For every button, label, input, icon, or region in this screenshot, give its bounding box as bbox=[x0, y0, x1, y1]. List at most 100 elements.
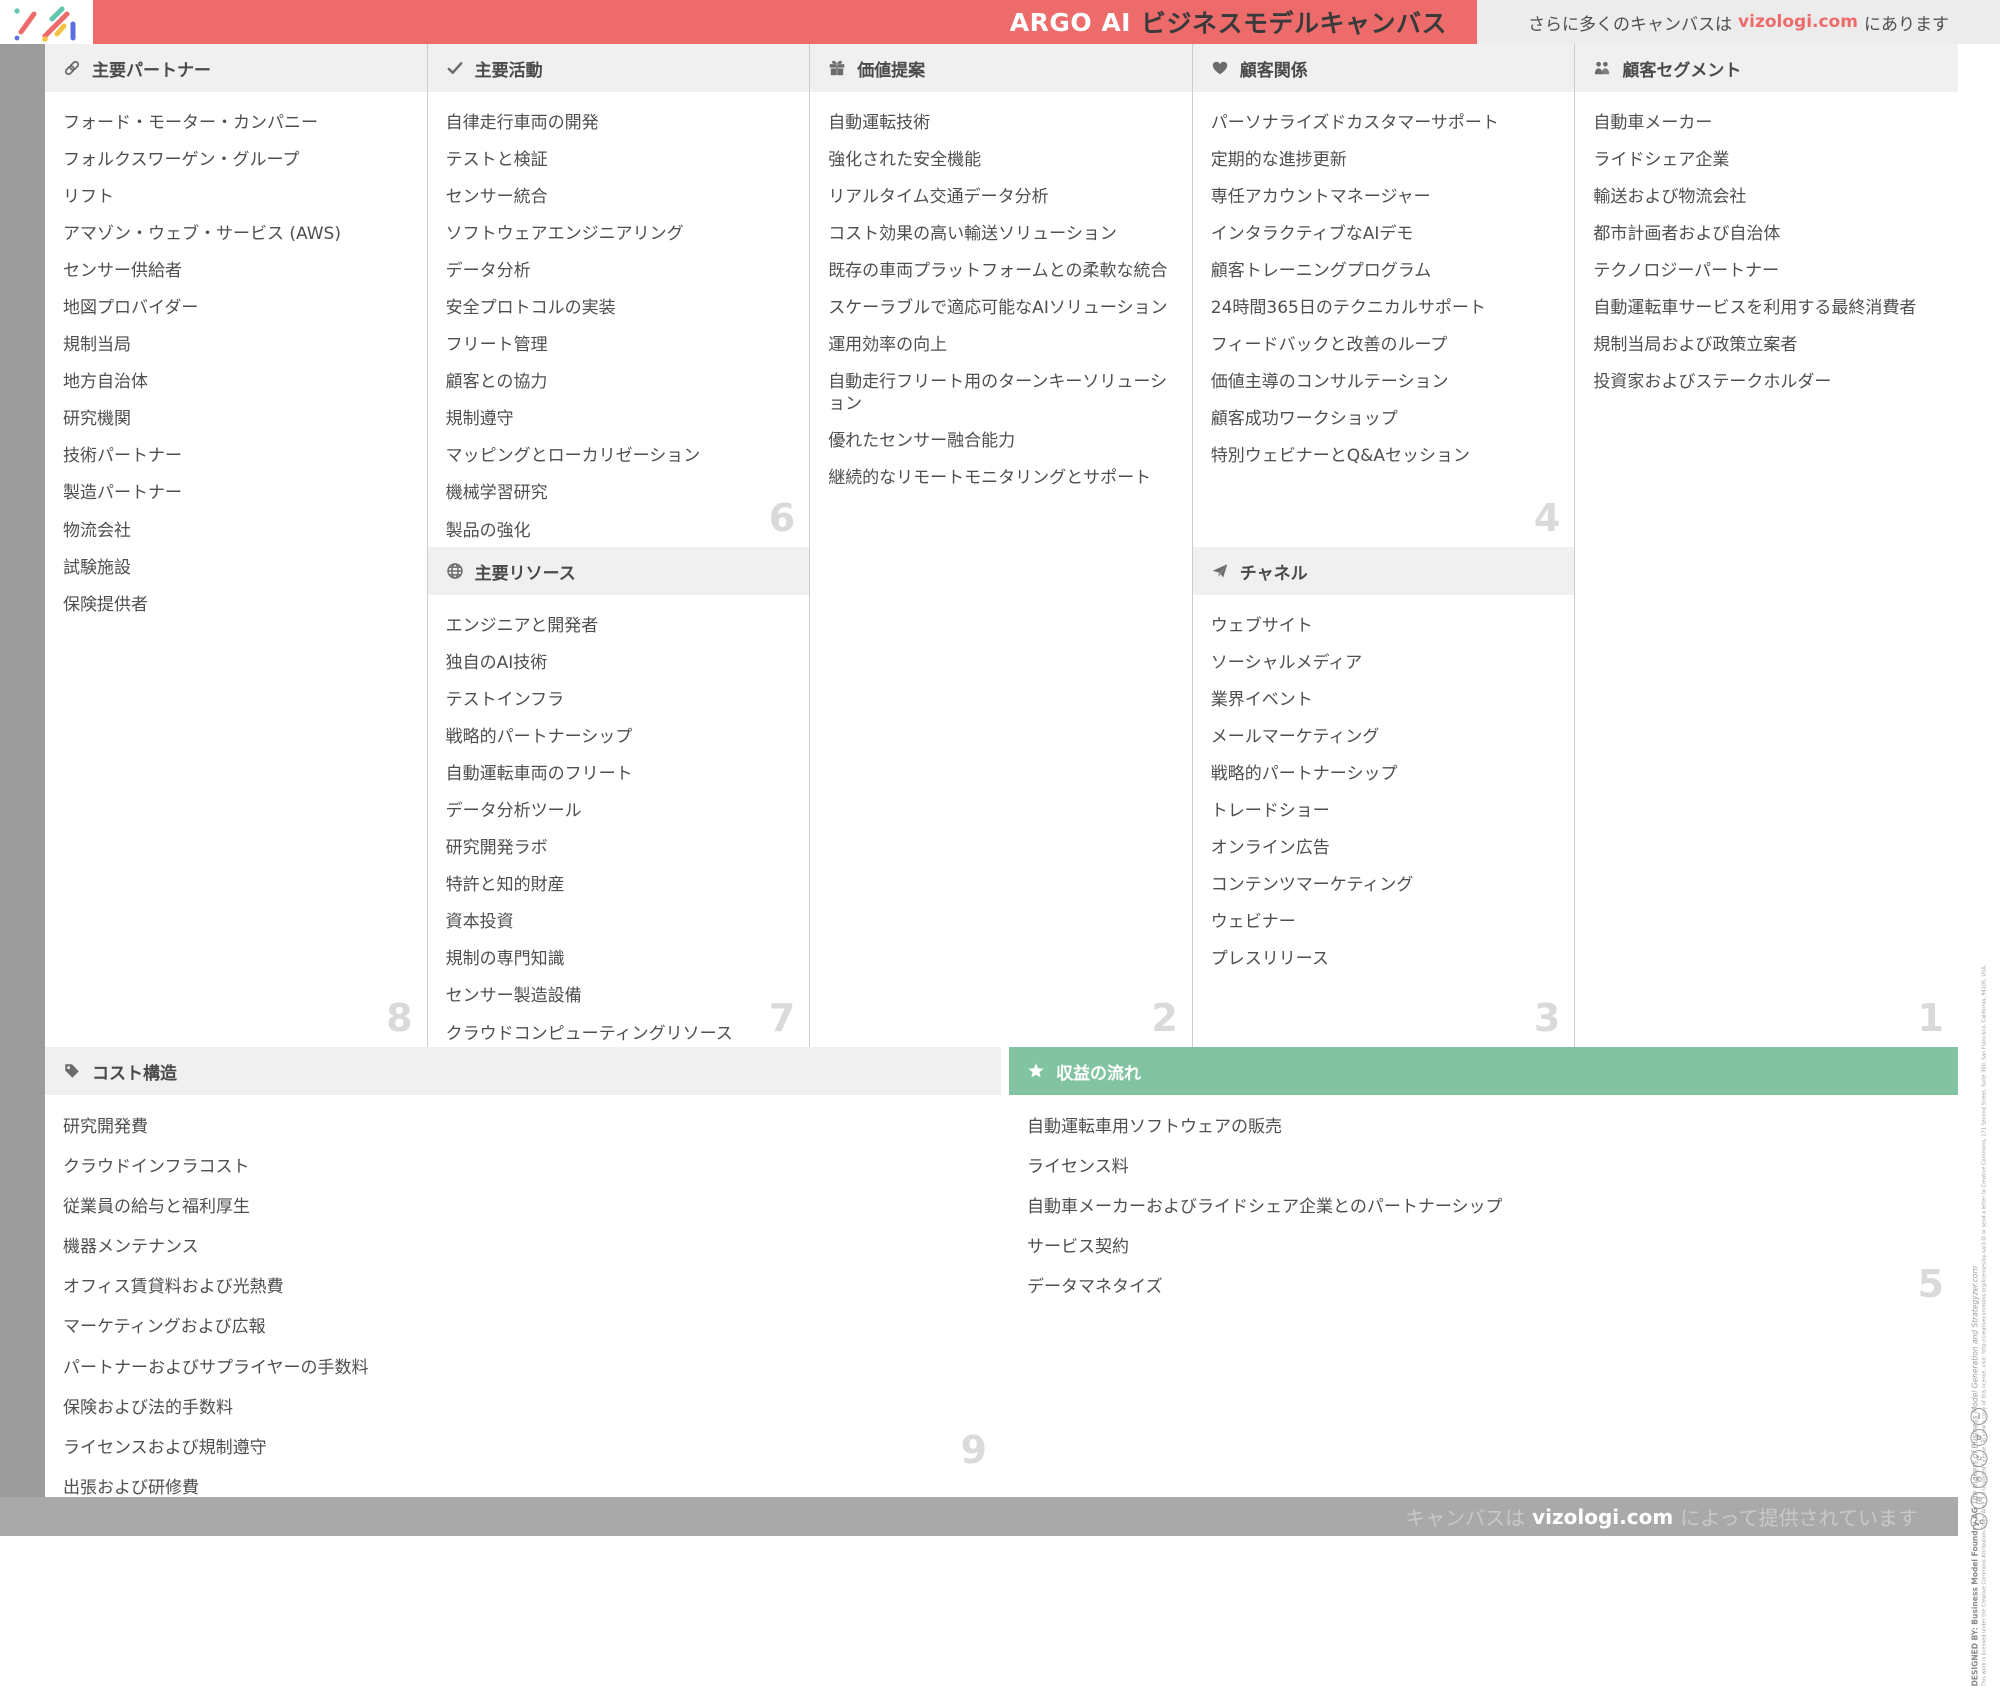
list-item: 製品の強化 bbox=[445, 520, 531, 541]
globe-icon bbox=[446, 562, 464, 580]
cc-license-icons: i b ↻ © ⎘ cc bbox=[1970, 1408, 1988, 1530]
list-item: ソーシャルメディア bbox=[1210, 652, 1363, 673]
list-item: 機器メンテナンス bbox=[63, 1237, 199, 1258]
section-number: 9 bbox=[960, 1428, 987, 1472]
list-item: テクノロジーパートナー bbox=[1593, 260, 1780, 281]
section-title: チャネル bbox=[1239, 563, 1308, 584]
list-item: 継続的なリモートモニタリングとサポート bbox=[828, 468, 1152, 489]
list-item: 既存の車両プラットフォームとの柔軟な統合 bbox=[828, 260, 1168, 281]
section-title: 価値提案 bbox=[857, 60, 926, 81]
section-key-activities: 主要活動 自律走行車両の開発 テストと検証 センサー統合 ソフトウェアエンジニアリング… bbox=[427, 44, 810, 547]
list-item: コンテンツマーケティング bbox=[1210, 875, 1414, 896]
list-item: 地図プロバイダー bbox=[63, 297, 199, 318]
section-title: 主要活動 bbox=[474, 60, 543, 81]
cc-sa-icon: ↻ bbox=[1970, 1450, 1988, 1467]
list-item: コスト効果の高い輸送ソリューション bbox=[828, 223, 1117, 244]
list-item: センサー統合 bbox=[445, 186, 548, 207]
list-item: パーソナライズドカスタマーサポート bbox=[1210, 112, 1499, 133]
section-header: 顧客セグメント bbox=[1575, 44, 1958, 92]
list-item: 規制当局および政策立案者 bbox=[1593, 335, 1798, 356]
tag-icon bbox=[63, 1062, 81, 1080]
gift-icon bbox=[828, 59, 846, 77]
section-items: 自動運転車用ソフトウェアの販売 ライセンス料自動車メーカーおよびライドシェア企業と… bbox=[1009, 1095, 1958, 1307]
list-item: オンライン広告 bbox=[1210, 838, 1330, 859]
list-item: 技術パートナー bbox=[63, 446, 182, 467]
canvas-bottom-row: コスト構造 研究開発費 クラウドインフラコスト 従業員の給与と福利厚生 機器メンテナン… bbox=[45, 1047, 1958, 1498]
left-frame-strip bbox=[0, 44, 45, 1497]
list-item: エンジニアと開発者 bbox=[445, 615, 599, 636]
list-item: ウェブサイト bbox=[1210, 615, 1313, 636]
list-item: クラウドインフラコスト bbox=[63, 1157, 250, 1178]
section-number: 8 bbox=[386, 996, 413, 1040]
list-item: 優れたセンサー融合能力 bbox=[828, 431, 1016, 452]
section-header: 価値提案 bbox=[810, 44, 1192, 92]
list-item: インタラクティブなAIデモ bbox=[1210, 223, 1414, 244]
section-customer-relationships: 顧客関係 パーソナライズドカスタマーサポート 定期的な進捗更新 専任アカウントマネー… bbox=[1192, 44, 1575, 547]
list-item: スケーラブルで適応可能なAIソリューション bbox=[828, 297, 1168, 318]
list-item: ライドシェア企業 bbox=[1593, 149, 1730, 170]
section-value-propositions: 価値提案 自動運転技術 強化された安全機能 リアルタイム交通データ分析 コスト効果の高… bbox=[810, 44, 1192, 1047]
list-item: 自動走行フリート用のターンキーソリューション bbox=[828, 372, 1167, 415]
company-name: ARGO AI bbox=[1009, 7, 1131, 37]
list-item: センサー供給者 bbox=[63, 260, 182, 281]
list-item: マッピングとローカリゼーション bbox=[445, 446, 701, 467]
list-item: 強化された安全機能 bbox=[828, 149, 982, 170]
section-key-partners: 主要パートナー フォード・モーター・カンパニー フォルクスワーゲン・グループ リフト… bbox=[45, 44, 427, 1047]
list-item: 資本投資 bbox=[445, 912, 514, 933]
list-item: 定期的な進捗更新 bbox=[1210, 149, 1347, 170]
list-item: データ分析 bbox=[445, 260, 531, 281]
page-title: ARGO AI ビジネスモデルキャンバス bbox=[93, 0, 1477, 44]
list-item: 都市計画者および自治体 bbox=[1593, 223, 1781, 244]
section-title: 主要パートナー bbox=[92, 60, 211, 81]
right-credits-strip: DESIGNED BY: Business Model Foundry AG T… bbox=[1958, 44, 2000, 1686]
list-item: 顧客との協力 bbox=[445, 372, 548, 393]
more-canvases-banner: さらに多くのキャンバスは vizologi.com にあります bbox=[1477, 0, 2000, 44]
section-items: エンジニアと開発者 独自のAI技術 テストインフラ 戦略的パートナーシップ 自動運転車両… bbox=[428, 595, 810, 1052]
vizologi-logo[interactable] bbox=[0, 0, 93, 44]
list-item: フィードバックと改善のループ bbox=[1210, 335, 1448, 356]
list-item: 戦略的パートナーシップ bbox=[1210, 763, 1398, 784]
vizologi-footer-link[interactable]: vizologi.com bbox=[1532, 1505, 1673, 1529]
list-item: 試験施設 bbox=[63, 557, 131, 578]
list-item: 物流会社 bbox=[63, 520, 131, 541]
list-item: データマネタイズ bbox=[1027, 1277, 1163, 1298]
list-item: 特別ウェビナーとQ&Aセッション bbox=[1210, 446, 1471, 467]
section-title: 顧客関係 bbox=[1239, 60, 1308, 81]
section-customer-segments: 顧客セグメント 自動車メーカー ライドシェア企業 輸送および物流会社 都市計画者および… bbox=[1575, 44, 1958, 1047]
list-item: データ分析ツール bbox=[445, 800, 582, 821]
heart-icon bbox=[1211, 59, 1229, 77]
list-item: 投資家およびステークホルダー bbox=[1593, 372, 1832, 393]
list-item: 独自のAI技術 bbox=[445, 652, 548, 673]
section-title: 顧客セグメント bbox=[1622, 60, 1742, 81]
list-item: 研究開発ラボ bbox=[445, 838, 548, 859]
list-item: パートナーおよびサプライヤーの手数料 bbox=[63, 1357, 369, 1378]
list-item: 価値主導のコンサルテーション bbox=[1210, 372, 1449, 393]
copyright-icon: © bbox=[1970, 1471, 1988, 1488]
list-item: 顧客成功ワークショップ bbox=[1210, 409, 1398, 430]
section-items: フォード・モーター・カンパニー フォルクスワーゲン・グループ リフト アマゾン・ウェブ… bbox=[45, 92, 427, 623]
vizologi-link[interactable]: vizologi.com bbox=[1738, 12, 1858, 32]
footer-prefix: キャンバスは bbox=[1405, 1506, 1526, 1530]
list-item: 特許と知的財産 bbox=[445, 875, 565, 896]
list-item: 戦略的パートナーシップ bbox=[445, 726, 633, 747]
list-item: トレードショー bbox=[1210, 800, 1330, 821]
list-item: 自動運転車用ソフトウェアの販売 bbox=[1027, 1117, 1282, 1137]
list-item: 輸送および物流会社 bbox=[1593, 186, 1747, 207]
section-revenue-streams: 収益の流れ 自動運転車用ソフトウェアの販売 ライセンス料 自動車メーカーおよびライド… bbox=[1009, 1047, 1958, 1497]
list-item: アマゾン・ウェブ・サービス (AWS) bbox=[63, 223, 341, 244]
credits-designed-by: DESIGNED BY: Business Model Foundry AG T… bbox=[1970, 1265, 1980, 1686]
list-item: センサー製造設備 bbox=[445, 986, 582, 1007]
list-item: テストインフラ bbox=[445, 689, 565, 710]
section-header: 主要パートナー bbox=[45, 44, 427, 92]
list-item: 自動運転車サービスを利用する最終消費者 bbox=[1593, 297, 1917, 318]
list-item: 自動車メーカーおよびライドシェア企業とのパートナーシップ bbox=[1027, 1197, 1503, 1218]
section-items: 自動運転技術 強化された安全機能 リアルタイム交通データ分析 コスト効果の高い輸送ソリ… bbox=[810, 92, 1192, 497]
credits-license: This work is licensed under the Creative… bbox=[1981, 964, 1988, 1686]
list-item: ライセンス料 bbox=[1027, 1157, 1129, 1178]
list-item: 24時間365日のテクニカルサポート bbox=[1210, 297, 1486, 318]
section-number: 5 bbox=[1917, 1262, 1944, 1306]
list-item: リフト bbox=[63, 186, 114, 207]
list-item: 規制遵守 bbox=[445, 409, 514, 430]
section-items: 研究開発費 クラウドインフラコスト 従業員の給与と福利厚生 機器メンテナンス オフィス賃… bbox=[45, 1095, 1001, 1508]
people-icon bbox=[1593, 59, 1611, 77]
